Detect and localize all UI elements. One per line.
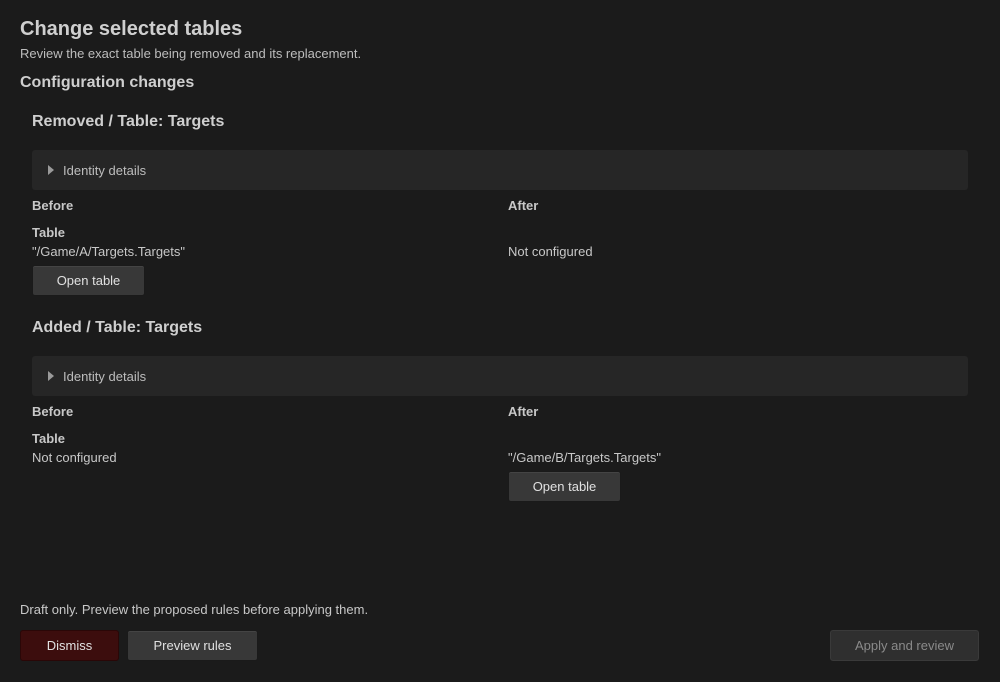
before-heading: Before: [32, 404, 74, 419]
change-title: Removed / Table: Targets: [32, 113, 225, 130]
change-title: Added / Table: Targets: [32, 319, 203, 336]
preview-rules-button[interactable]: Preview rules: [127, 630, 258, 661]
identity-details-label: Identity details: [63, 368, 147, 384]
after-heading: After: [508, 198, 539, 213]
before-table-value: Not configured: [32, 450, 117, 465]
expand-triangle-icon: [48, 165, 54, 175]
table-field-label: Table: [32, 225, 65, 240]
expand-triangle-icon: [48, 371, 54, 381]
after-table-value: Not configured: [508, 244, 593, 259]
table-field-label: Table: [32, 431, 65, 446]
dismiss-button[interactable]: Dismiss: [20, 630, 119, 661]
identity-details-toggle[interactable]: Identity details: [32, 356, 968, 396]
before-after-columns: Before Table Not configured After "/Game…: [32, 396, 968, 506]
identity-details-toggle[interactable]: Identity details: [32, 150, 968, 190]
apply-and-review-button[interactable]: Apply and review: [830, 630, 979, 661]
before-heading: Before: [32, 198, 74, 213]
after-heading: After: [508, 404, 539, 419]
open-table-button[interactable]: Open table: [508, 471, 621, 502]
open-table-button[interactable]: Open table: [32, 265, 145, 296]
page-subtitle: Review the exact table being removed and…: [20, 46, 362, 61]
page-title: Change selected tables: [20, 18, 243, 40]
change-block-removed: Removed / Table: Targets Identity detail…: [32, 112, 968, 300]
before-table-value: "/Game/A/Targets.Targets": [32, 244, 186, 259]
draft-note: Draft only. Preview the proposed rules b…: [20, 602, 369, 617]
section-title-configuration-changes: Configuration changes: [20, 74, 195, 91]
change-block-added: Added / Table: Targets Identity details …: [32, 318, 968, 506]
after-table-value: "/Game/B/Targets.Targets": [508, 450, 662, 465]
before-after-columns: Before Table "/Game/A/Targets.Targets" O…: [32, 190, 968, 300]
identity-details-label: Identity details: [63, 162, 147, 178]
